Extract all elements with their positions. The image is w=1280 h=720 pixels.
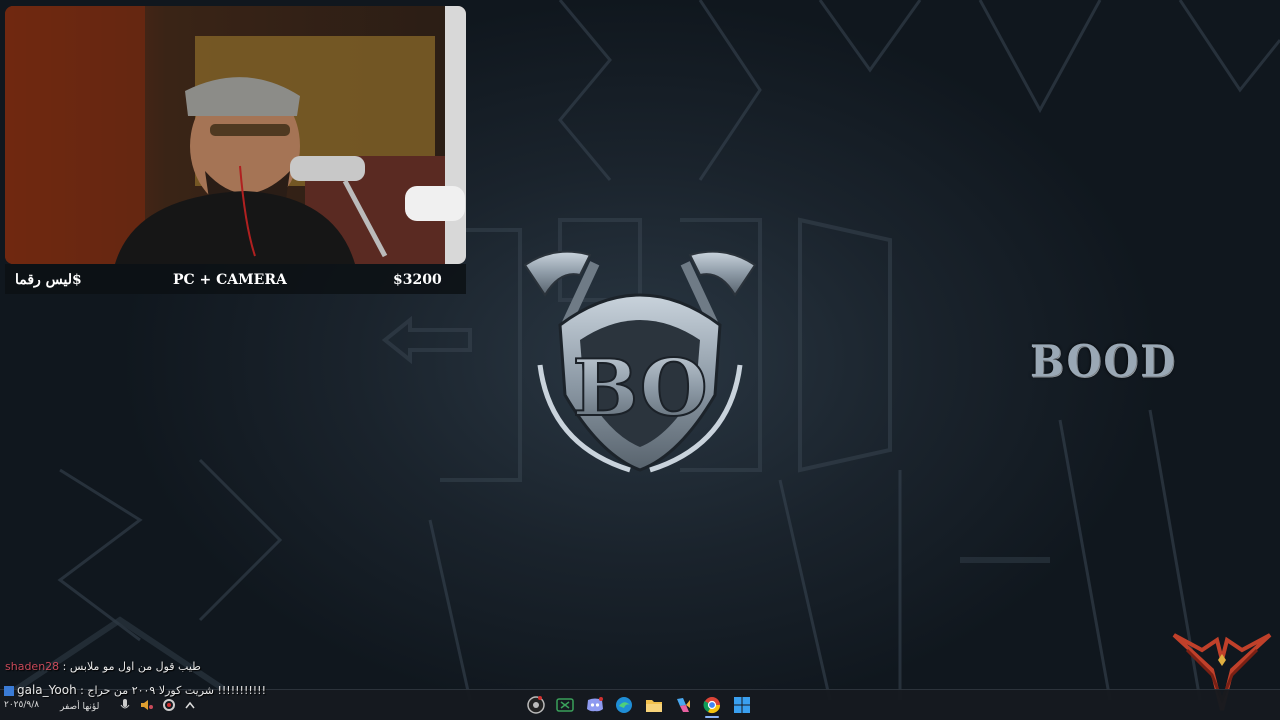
logo-initials: BO xyxy=(572,343,707,434)
tray-notification-text: لؤنها أصفر xyxy=(60,702,100,712)
tray-chevron-up-icon[interactable] xyxy=(182,694,198,716)
volume-icon[interactable] xyxy=(139,694,155,716)
obs-icon[interactable] xyxy=(525,694,547,716)
windows-start-icon[interactable] xyxy=(731,694,753,716)
active-app-indicator xyxy=(705,716,719,718)
chat-text: طیب قول من اول مو ملابس xyxy=(69,660,201,673)
bood-wordmark: BOOD xyxy=(1030,335,1177,388)
chat-separator: : xyxy=(76,684,88,697)
xbox-icon[interactable] xyxy=(554,694,576,716)
tray-date: ٢٠٢٥/٩/٨ xyxy=(4,700,40,710)
chat-separator: : xyxy=(59,660,70,673)
camera-goal-amount: $3200 xyxy=(393,272,442,288)
microphone-icon[interactable] xyxy=(117,694,133,716)
chat-message: gala_Yooh : شریت کورلا ۲۰۰۹ من حراج !!!!… xyxy=(4,684,266,697)
camera-goal-label: لیس رقما$ xyxy=(15,272,82,288)
chat-username: shaden28 xyxy=(5,660,60,673)
chat-badge-icon xyxy=(4,686,14,696)
edge-icon[interactable] xyxy=(613,694,635,716)
bood-logo-emblem: BO xyxy=(523,250,757,473)
recording-icon[interactable] xyxy=(161,694,177,716)
webcam-caption-bar: لیس رقما$ PC + CAMERA $3200 xyxy=(5,264,466,294)
chat-message: shaden28 : طیب قول من اول مو ملابس xyxy=(5,660,201,673)
chrome-icon[interactable] xyxy=(701,694,723,716)
discord-icon[interactable] xyxy=(584,694,606,716)
file-explorer-icon[interactable] xyxy=(643,694,665,716)
chat-username: gala_Yooh xyxy=(17,683,77,697)
webcam-feed xyxy=(5,6,466,264)
copilot-icon[interactable] xyxy=(672,694,694,716)
camera-goal-title: PC + CAMERA xyxy=(173,272,287,288)
streamer-webcam-image xyxy=(5,6,466,264)
